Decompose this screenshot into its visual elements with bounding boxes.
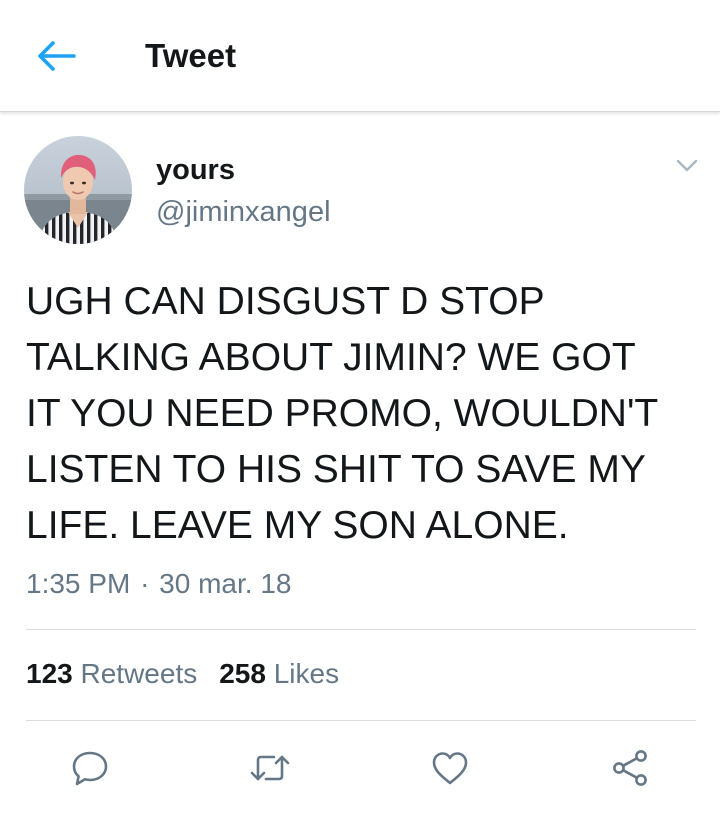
tweet-timestamp: 1:35 PM · 30 mar. 18 bbox=[26, 566, 291, 602]
tweet-text: UGH CAN DISGUST D STOP TALKING ABOUT JIM… bbox=[26, 280, 659, 547]
engagement-stats: 123 Retweets 258 Likes bbox=[26, 656, 339, 692]
retweets-count: 123 bbox=[26, 658, 73, 689]
top-app-bar: Tweet bbox=[0, 0, 720, 112]
tweet-date: 30 mar. 18 bbox=[159, 568, 292, 599]
reply-icon bbox=[72, 751, 108, 786]
share-icon bbox=[613, 750, 647, 786]
reply-button[interactable] bbox=[68, 746, 112, 790]
divider bbox=[26, 629, 696, 630]
like-icon bbox=[432, 752, 468, 785]
retweets-label: Retweets bbox=[80, 658, 198, 689]
tweet-detail-screen: Tweet yours @jiminxangel UGH CAN DISGUST… bbox=[0, 0, 720, 820]
back-button[interactable] bbox=[30, 36, 82, 76]
author-display-name[interactable]: yours bbox=[156, 152, 235, 188]
avatar[interactable] bbox=[24, 136, 132, 244]
share-button[interactable] bbox=[608, 746, 652, 790]
page-title: Tweet bbox=[145, 37, 237, 74]
tweet-options-button[interactable] bbox=[670, 152, 704, 180]
meta-separator: · bbox=[140, 568, 150, 599]
tweet-time: 1:35 PM bbox=[26, 568, 131, 599]
chevron-down-icon bbox=[676, 159, 698, 172]
retweets-stat[interactable]: 123 Retweets bbox=[26, 658, 197, 689]
divider bbox=[26, 720, 696, 721]
likes-stat[interactable]: 258 Likes bbox=[219, 658, 339, 689]
profile-photo bbox=[24, 136, 132, 244]
likes-count: 258 bbox=[219, 658, 266, 689]
author-handle[interactable]: @jiminxangel bbox=[156, 194, 331, 230]
retweet-button[interactable] bbox=[248, 746, 292, 790]
retweet-icon bbox=[250, 755, 290, 781]
arrow-left-icon bbox=[38, 41, 76, 71]
likes-label: Likes bbox=[273, 658, 340, 689]
like-button[interactable] bbox=[428, 746, 472, 790]
